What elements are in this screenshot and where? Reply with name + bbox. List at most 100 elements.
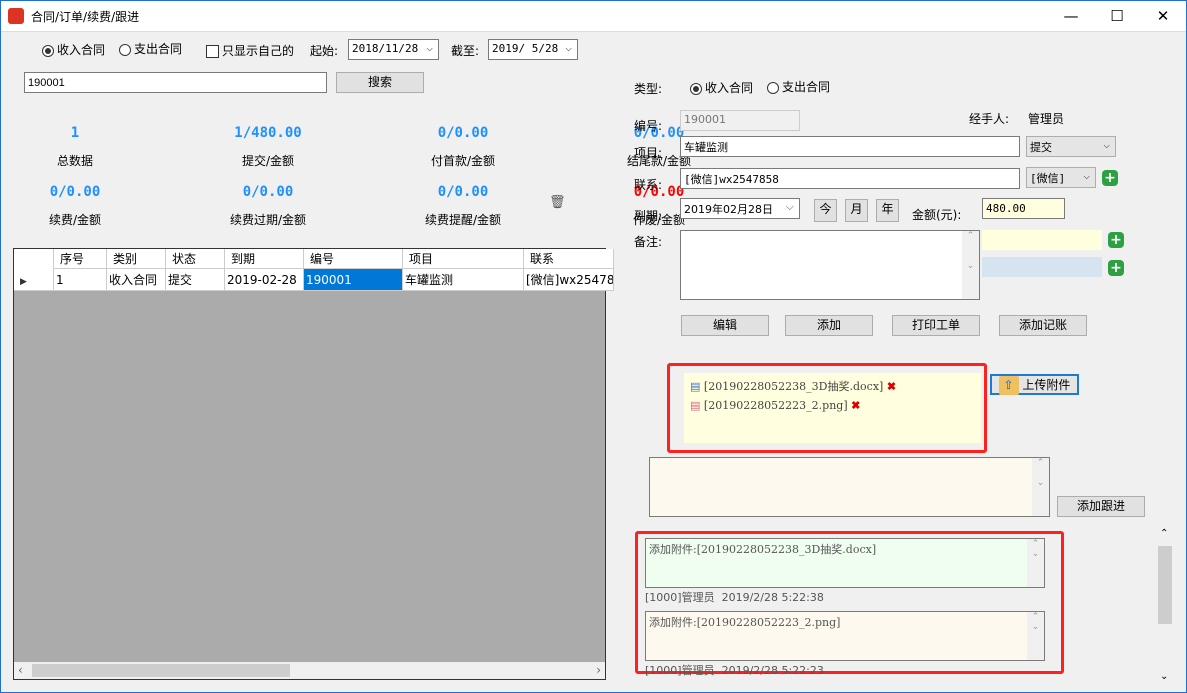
type-label: 类型: <box>634 82 663 96</box>
row-header[interactable]: ▶ <box>14 269 54 291</box>
add-extra-2-icon[interactable]: + <box>1108 260 1124 276</box>
id-label: 编号: <box>634 119 663 133</box>
add-button[interactable]: 添加 <box>785 315 873 336</box>
table-cell[interactable]: 收入合同 <box>107 269 166 291</box>
column-header[interactable]: 编号 <box>304 249 403 269</box>
delete-icon[interactable]: ✖ <box>887 380 896 393</box>
add-followup-button[interactable]: 添加跟进 <box>1057 496 1145 517</box>
trash-icon[interactable]: 🗑 <box>549 195 566 210</box>
followup-entry: 添加附件:[20190228052223_2.png] ⌃ ⌄ [1000]管理员 … <box>645 611 1045 678</box>
handler-value: 管理员 <box>1028 112 1065 126</box>
amount-input[interactable] <box>982 198 1065 219</box>
vertical-scrollbar[interactable]: ⌃ ⌄ <box>1027 612 1044 660</box>
minimize-button[interactable]: — <box>1048 0 1094 32</box>
start-date-picker[interactable]: 2018/11/28 ⌵ <box>348 39 439 60</box>
stat-value: 0/0.00 <box>437 125 489 141</box>
maximize-button[interactable]: ☐ <box>1094 0 1140 32</box>
stat-label[interactable]: 提交/金额 <box>198 152 338 169</box>
id-field: 190001 <box>680 110 800 131</box>
stat-value: 1/480.00 <box>234 125 302 141</box>
type-income-label: 收入合同 <box>705 81 754 95</box>
type-expense-radio[interactable]: 支出合同 <box>767 78 830 95</box>
status-select[interactable]: 提交 ⌵ <box>1026 136 1116 157</box>
followup-entry-text[interactable]: 添加附件:[20190228052238_3D抽奖.docx] ⌃ ⌄ <box>645 538 1045 588</box>
scroll-left-icon[interactable]: ‹ <box>18 663 23 677</box>
png-file-icon: ▤ <box>690 399 701 412</box>
expense-label: 支出合同 <box>134 42 183 56</box>
stat-label[interactable]: 付首款/金额 <box>393 152 533 169</box>
contact-input[interactable] <box>680 168 1020 189</box>
radio-icon <box>42 44 54 57</box>
attachment-item[interactable]: ▤ [20190228052238_3D抽奖.docx] ✖ <box>690 378 896 394</box>
scroll-thumb[interactable] <box>32 664 290 677</box>
extra-field-1[interactable] <box>982 230 1102 250</box>
delete-icon[interactable]: ✖ <box>851 399 860 412</box>
year-button[interactable]: 年 <box>876 199 899 222</box>
table-cell[interactable]: 提交 <box>166 269 225 291</box>
edit-button[interactable]: 编辑 <box>681 315 769 336</box>
table-cell[interactable]: 车罐监测 <box>403 269 524 291</box>
end-date-value: 2019/ 5/28 <box>492 42 559 55</box>
contact-label: 联系: <box>634 178 663 192</box>
table-cell[interactable]: 1 <box>54 269 107 291</box>
print-button[interactable]: 打印工单 <box>892 315 980 336</box>
chevron-down-icon: ⌵ <box>426 41 433 54</box>
table-cell[interactable]: [微信]wx25478 <box>524 269 614 291</box>
table-cell[interactable]: 190001 <box>304 269 403 291</box>
contact-type-value: [微信] <box>1030 172 1066 185</box>
type-income-radio[interactable]: 收入合同 <box>690 79 753 96</box>
add-account-button[interactable]: 添加记账 <box>999 315 1087 336</box>
extra-field-2[interactable] <box>982 257 1102 277</box>
contact-type-select[interactable]: [微信] ⌵ <box>1026 167 1096 188</box>
column-header[interactable]: 联系 <box>524 249 614 269</box>
followup-textarea[interactable]: ⌃ ⌄ <box>649 457 1050 517</box>
search-input[interactable] <box>24 72 327 93</box>
today-button[interactable]: 今 <box>814 199 837 222</box>
end-date-picker[interactable]: 2019/ 5/28 ⌵ <box>488 39 578 60</box>
expense-radio[interactable]: 支出合同 <box>119 40 182 57</box>
project-input[interactable] <box>680 136 1020 157</box>
note-textarea[interactable]: ⌃ ⌄ <box>680 230 980 300</box>
column-header[interactable]: 序号 <box>54 249 107 269</box>
stat-label[interactable]: 总数据 <box>5 152 145 169</box>
stat-label[interactable]: 续费提醒/金额 <box>393 211 533 228</box>
vertical-scrollbar[interactable]: ⌃ ⌄ <box>1032 458 1049 516</box>
window-title: 合同/订单/续费/跟进 <box>31 10 140 24</box>
start-label: 起始: <box>310 44 339 58</box>
column-header[interactable]: 到期 <box>225 249 304 269</box>
app-icon <box>8 8 24 24</box>
month-button[interactable]: 月 <box>845 199 868 222</box>
add-extra-1-icon[interactable]: + <box>1108 232 1124 248</box>
scroll-down-icon[interactable]: ⌄ <box>1160 671 1168 682</box>
attachments-list: ▤ [20190228052238_3D抽奖.docx] ✖ ▤ [201902… <box>684 373 981 443</box>
vertical-scrollbar[interactable]: ⌃ ⌄ <box>962 231 979 299</box>
close-button[interactable]: ✕ <box>1140 0 1186 32</box>
followup-scrollbar[interactable]: ⌃ ⌄ <box>1156 528 1173 682</box>
chevron-down-icon: ⌵ <box>1083 169 1090 182</box>
stat-label[interactable]: 续费过期/金额 <box>198 211 338 228</box>
status-value: 提交 <box>1030 141 1052 154</box>
followup-entry-text[interactable]: 添加附件:[20190228052223_2.png] ⌃ ⌄ <box>645 611 1045 661</box>
horizontal-scrollbar[interactable]: ‹ › <box>14 662 605 679</box>
only-mine-checkbox[interactable]: 只显示自己的 <box>206 42 294 59</box>
search-button[interactable]: 搜索 <box>336 72 424 93</box>
contract-table[interactable]: 序号 类别 状态 到期 编号 项目 联系 ▶ 1 收入合同 提交 2019-02-28 190001 车罐… <box>13 248 614 680</box>
stat-label[interactable]: 续费/金额 <box>5 211 145 228</box>
attachment-name: [20190228052223_2.png] <box>703 399 848 412</box>
vertical-scrollbar[interactable]: ⌃ ⌄ <box>1027 539 1044 587</box>
upload-label: 上传附件 <box>1022 378 1071 392</box>
table-cell[interactable]: 2019-02-28 <box>225 269 304 291</box>
income-radio[interactable]: 收入合同 <box>42 41 105 58</box>
only-mine-label: 只显示自己的 <box>222 44 295 58</box>
scroll-thumb[interactable] <box>1158 546 1172 624</box>
column-header[interactable]: 项目 <box>403 249 524 269</box>
upload-attachment-button[interactable]: ⇧ 上传附件 <box>990 374 1079 395</box>
scroll-right-icon[interactable]: › <box>596 663 601 677</box>
due-date-picker[interactable]: 2019年02月28日 ⌵ <box>680 198 800 219</box>
attachment-item[interactable]: ▤ [20190228052223_2.png] ✖ <box>690 399 860 412</box>
add-contact-icon[interactable]: + <box>1102 170 1118 186</box>
scroll-up-icon[interactable]: ⌃ <box>1160 528 1168 539</box>
column-header[interactable]: 类别 <box>107 249 166 269</box>
checkbox-icon <box>206 45 219 58</box>
column-header[interactable]: 状态 <box>166 249 225 269</box>
